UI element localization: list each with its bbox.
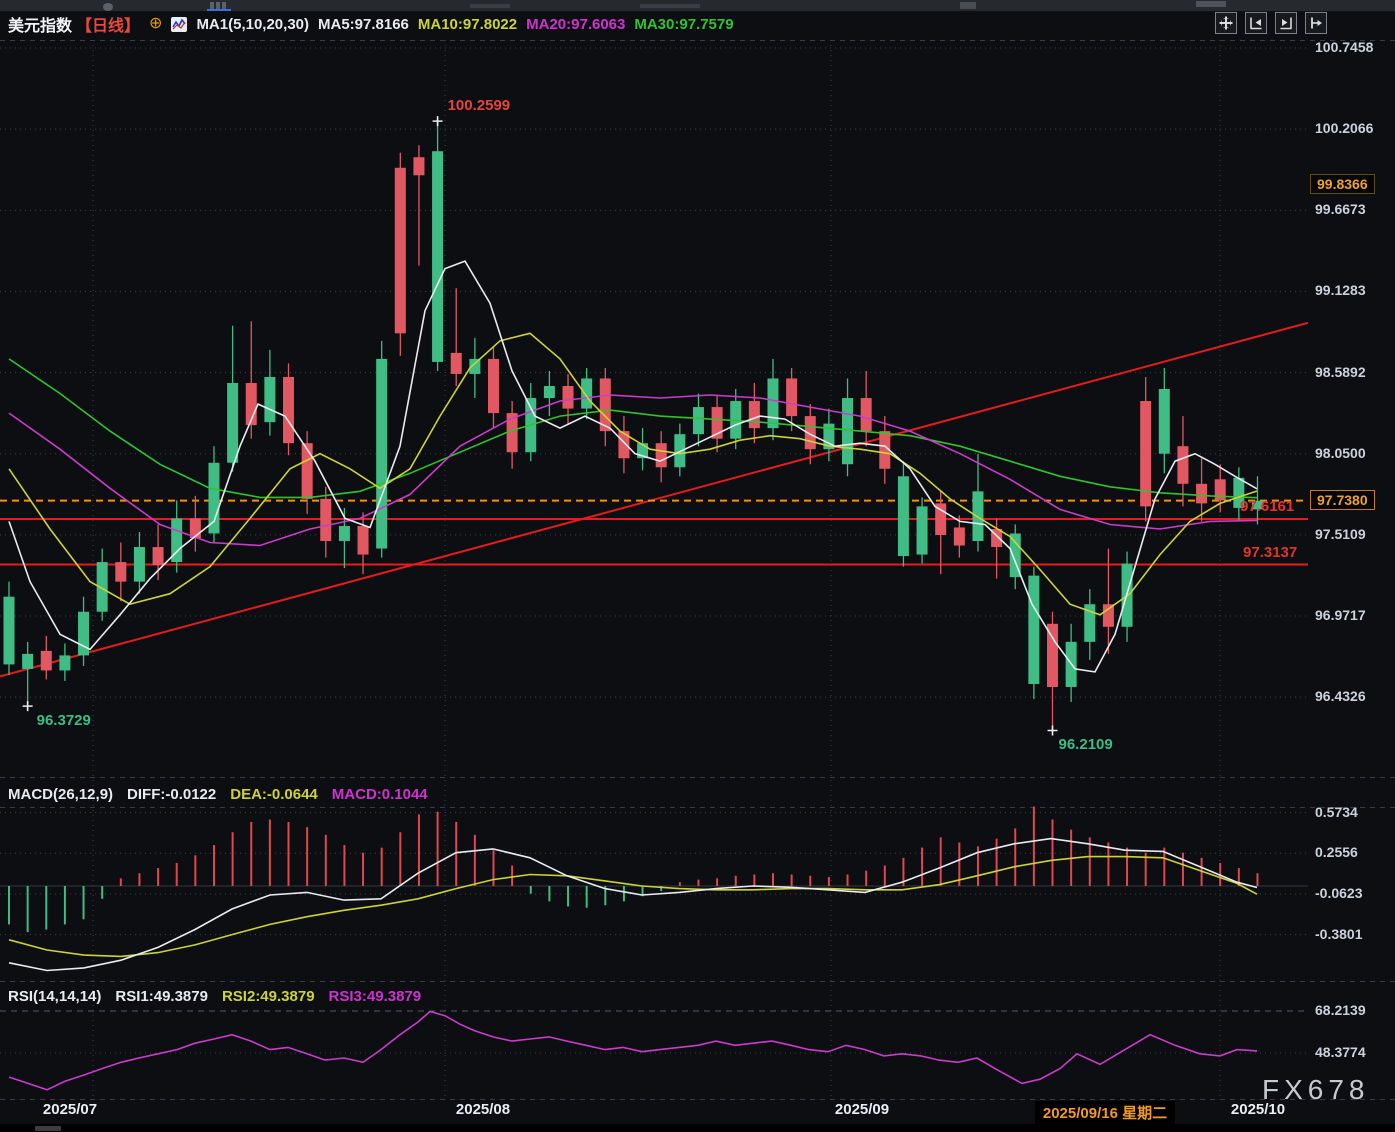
candle-body (1047, 624, 1058, 687)
scroll-right-button[interactable] (1275, 12, 1297, 34)
x-axis-label-sep: 2025/09 (835, 1101, 889, 1118)
candle-body (283, 377, 294, 443)
candle-body (395, 168, 406, 334)
candle-body (153, 547, 164, 565)
candle-body (302, 443, 313, 499)
ma30-value: MA30:97.7579 (634, 16, 733, 33)
candle-body (1233, 478, 1244, 508)
rsi-header: RSI(14,14,14) RSI1:49.3879 RSI2:49.3879 … (8, 986, 421, 1006)
candle-body (59, 655, 70, 670)
x-axis-label-jul: 2025/07 (43, 1101, 97, 1118)
candle-body (842, 398, 853, 464)
candle-body (563, 386, 574, 409)
candle-body (1252, 501, 1263, 510)
chart-type-icon[interactable] (171, 17, 187, 32)
x-axis-label-aug: 2025/08 (456, 1101, 510, 1118)
candle-body (954, 527, 965, 545)
candle-body (41, 651, 52, 671)
rsi3-value: RSI3:49.3879 (329, 988, 422, 1005)
candle-body (1103, 604, 1114, 627)
candle-body (1196, 484, 1207, 504)
rsi1-value: RSI1:49.3879 (115, 988, 208, 1005)
candle-body (544, 386, 555, 398)
candle-body (358, 526, 369, 555)
ma10-line (9, 333, 1257, 615)
candle-body (115, 562, 126, 582)
x-axis-highlight-date: 2025/09/16 星期二 (1035, 1101, 1175, 1124)
rsi-line (9, 1012, 1257, 1090)
extreme-marker-icon (1048, 726, 1058, 736)
chart-nav-buttons (1215, 12, 1327, 34)
candle-body (22, 654, 33, 669)
candle-body (208, 463, 219, 534)
candle-body (320, 499, 331, 541)
pan-mode-button[interactable] (1215, 12, 1237, 34)
candle-body (656, 443, 667, 467)
period-label[interactable]: 【日线】 (76, 12, 140, 36)
rsi-params-label: RSI(14,14,14) (8, 988, 101, 1005)
candle-body (451, 353, 462, 374)
x-axis-label-oct: 2025/10 (1231, 1101, 1285, 1118)
macd-dea-value: DEA:-0.0644 (230, 786, 318, 803)
candle-body (767, 378, 778, 428)
candle-body (488, 359, 499, 413)
trading-terminal: 美元指数【日线】 ⊕ MA1(5,10,20,30) MA5:97.8166 M… (0, 0, 1395, 1132)
candle-body (581, 378, 592, 408)
scroll-left-button[interactable] (1245, 12, 1267, 34)
macd-params-label: MACD(26,12,9) (8, 786, 113, 803)
candle-body (1177, 446, 1188, 484)
ma5-line (9, 261, 1257, 672)
candle-body (917, 506, 928, 554)
candle-body (134, 547, 145, 582)
go-to-latest-button[interactable] (1305, 12, 1327, 34)
macd-header: MACD(26,12,9) DIFF:-0.0122 DEA:-0.0644 M… (8, 784, 428, 804)
ma20-value: MA20:97.6063 (526, 16, 625, 33)
extreme-marker-icon (433, 116, 443, 126)
ma30-line (9, 359, 1257, 498)
candle-body (861, 398, 872, 431)
ma5-value: MA5:97.8166 (318, 16, 409, 33)
candle-body (693, 407, 704, 434)
main-chart[interactable] (0, 0, 1395, 1132)
extreme-marker-icon (23, 701, 33, 711)
candle-body (376, 359, 387, 549)
candle-body (413, 157, 424, 175)
add-indicator-icon[interactable]: ⊕ (149, 17, 162, 31)
candle-body (227, 383, 238, 463)
macd-diff-value: DIFF:-0.0122 (127, 786, 216, 803)
symbol-name[interactable]: 美元指数 (8, 12, 72, 36)
chart-header: 美元指数【日线】 ⊕ MA1(5,10,20,30) MA5:97.8166 M… (8, 13, 734, 35)
candle-body (786, 378, 797, 416)
candle-body (898, 476, 909, 556)
macd-value: MACD:0.1044 (332, 786, 428, 803)
candle-body (4, 597, 15, 665)
candle-body (339, 526, 350, 541)
candle-body (432, 151, 443, 362)
candle-body (749, 401, 760, 428)
x-axis: 2025/07 2025/08 2025/09 2025/09/16 星期二 2… (0, 1101, 1395, 1125)
ma10-value: MA10:97.8022 (418, 16, 517, 33)
candle-body (1159, 389, 1170, 454)
candle-body (264, 377, 275, 422)
candle-body (1028, 576, 1039, 684)
ma-group-label: MA1(5,10,20,30) (196, 16, 309, 33)
rsi2-value: RSI2:49.3879 (222, 988, 315, 1005)
